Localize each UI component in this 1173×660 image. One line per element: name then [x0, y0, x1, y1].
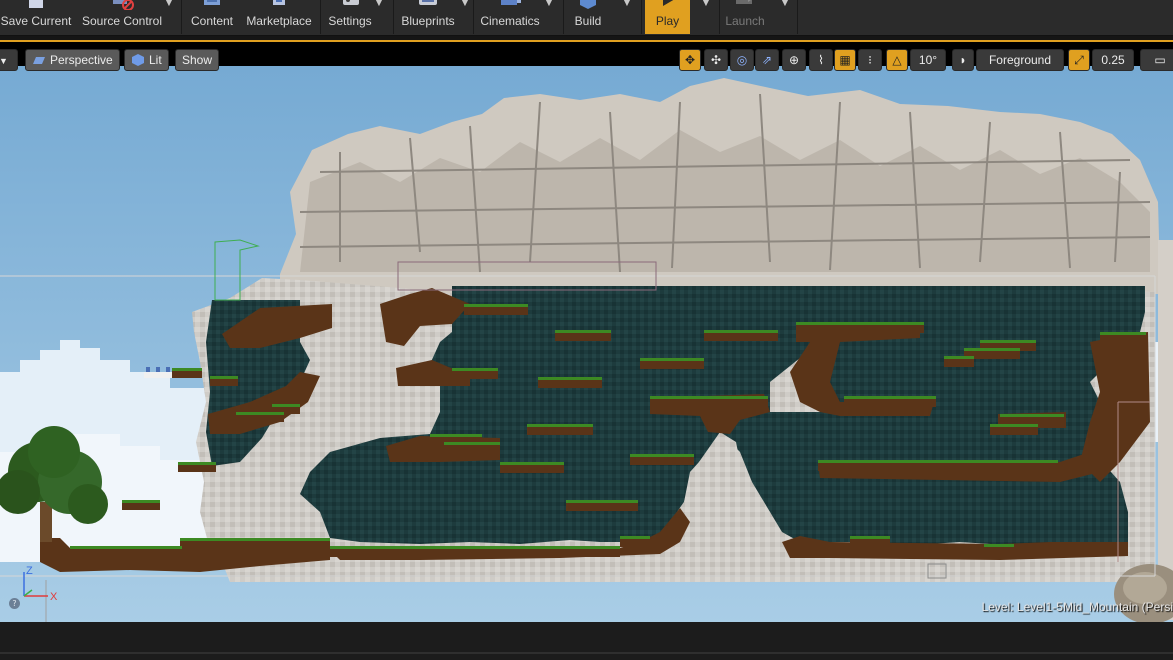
source-control-icon	[113, 0, 134, 10]
rotation-snap-value-button[interactable]: 10°	[910, 49, 946, 71]
content-label: Content	[190, 14, 234, 28]
blueprints-dropdown-icon[interactable]: ▼	[456, 0, 474, 12]
surface-snap-icon: ⇗	[761, 53, 773, 67]
launch-label: Launch	[725, 14, 765, 28]
main-toolbar: Save Current Source Control ▼ Content Ma…	[0, 0, 1173, 36]
viewport-options-dropdown-icon: ▼	[0, 56, 8, 66]
layer-icon: ◗	[959, 53, 967, 67]
spawn-marker	[144, 367, 172, 378]
build-button[interactable]: Build	[566, 0, 610, 34]
settings-dropdown-icon[interactable]: ▼	[370, 0, 388, 12]
show-flags-button[interactable]: Show	[175, 49, 220, 71]
blueprints-button[interactable]: Blueprints	[396, 0, 460, 34]
grid-icon: ▦	[839, 53, 851, 67]
scale-snap-toggle-button[interactable]: ⤢	[1068, 49, 1090, 71]
grid-size-icon: ⁝	[868, 53, 872, 67]
source-control-button[interactable]: Source Control	[78, 0, 166, 34]
camera-speed-icon: ▭	[1154, 53, 1166, 67]
build-icon	[580, 0, 596, 9]
play-icon	[662, 0, 673, 6]
surface-snap-button[interactable]: ⇗	[755, 49, 779, 71]
save-icon	[29, 0, 43, 8]
toolbar-separator	[719, 0, 720, 34]
settings-button[interactable]: Settings	[324, 0, 376, 34]
toolbar-separator	[320, 0, 321, 34]
marketplace-label: Marketplace	[246, 14, 312, 28]
rotate-icon: ✣	[710, 53, 722, 67]
source-control-label: Source Control	[81, 14, 163, 28]
toolbar-separator	[181, 0, 182, 34]
surface-snapping-button[interactable]: ⌇	[809, 49, 833, 71]
layer-toggle-button[interactable]: ◗	[952, 49, 974, 71]
toolbar-separator	[797, 0, 798, 34]
current-level-label: Level: Level1-5Mid_Mountain (Persi	[981, 600, 1173, 614]
scale-snap-icon: ⤢	[1074, 53, 1084, 67]
blueprints-label: Blueprints	[401, 14, 455, 28]
rotation-snap-toggle-button[interactable]: △	[886, 49, 908, 71]
launch-icon	[736, 0, 752, 4]
settings-label: Settings	[328, 14, 372, 28]
rotation-snap-value: 10°	[918, 53, 938, 67]
snap-surface-icon: ⌇	[818, 53, 824, 67]
help-label: ?	[12, 599, 17, 608]
axis-gizmo: Z X	[23, 565, 58, 602]
cinematics-icon	[501, 0, 521, 5]
launch-button[interactable]: Launch	[722, 0, 768, 34]
scale-snap-value: 0.25	[1101, 53, 1125, 67]
toolbar-separator	[563, 0, 564, 34]
content-button[interactable]: Content	[185, 0, 239, 34]
lit-sphere-icon	[132, 54, 144, 66]
blueprints-icon	[419, 0, 437, 5]
scale-snap-value-button[interactable]: 0.25	[1092, 49, 1134, 71]
show-label: Show	[182, 53, 213, 67]
perspective-icon	[33, 57, 45, 64]
perspective-label: Perspective	[50, 53, 113, 67]
level-scene[interactable]	[0, 42, 1173, 622]
build-label: Build	[574, 14, 602, 28]
grid-size-button[interactable]: ⁝	[858, 49, 882, 71]
play-label: Play	[655, 14, 680, 28]
build-dropdown-icon[interactable]: ▼	[618, 0, 636, 12]
camera-speed-button[interactable]: ▭	[1140, 49, 1173, 71]
translate-mode-button[interactable]: ✥	[679, 49, 701, 71]
globe-icon: ⊕	[788, 53, 800, 67]
cinematics-button[interactable]: Cinematics	[476, 0, 544, 34]
lit-view-mode-button[interactable]: Lit	[124, 49, 169, 71]
lit-label: Lit	[149, 53, 162, 67]
perspective-button[interactable]: Perspective	[25, 49, 120, 71]
grid-snap-toggle-button[interactable]: ▦	[834, 49, 856, 71]
play-button[interactable]: Play	[645, 0, 690, 34]
toolbar-separator	[473, 0, 474, 34]
world-local-toggle-button[interactable]: ⊕	[782, 49, 806, 71]
viewport-options-button[interactable]: ▼	[0, 49, 18, 71]
axis-x-label: X	[50, 591, 58, 602]
play-options-dropdown-icon[interactable]: ▼	[697, 0, 715, 12]
content-browser-icon	[204, 0, 220, 5]
rotate-mode-button[interactable]: ✣	[704, 49, 728, 71]
bottom-panel-strip	[0, 622, 1173, 660]
save-current-button[interactable]: Save Current	[0, 0, 72, 34]
scale-mode-button[interactable]: ◎	[730, 49, 754, 71]
marketplace-button[interactable]: Marketplace	[243, 0, 315, 34]
marketplace-icon	[273, 0, 285, 5]
level-viewport[interactable]: ▼ Perspective Lit Show ✥ ✣ ◎ ⇗ ⊕ ⌇ ▦ ⁝ △…	[0, 40, 1173, 622]
axis-z-label: Z	[26, 565, 33, 577]
cinematics-dropdown-icon[interactable]: ▼	[540, 0, 558, 12]
sort-layer-dropdown[interactable]: Foreground	[976, 49, 1064, 71]
panel-divider	[0, 652, 1173, 654]
cinematics-label: Cinematics	[480, 14, 540, 28]
toolbar-separator	[393, 0, 394, 34]
help-icon[interactable]: ?	[9, 598, 20, 609]
source-control-dropdown-icon[interactable]: ▼	[160, 0, 178, 12]
launch-dropdown-icon[interactable]: ▼	[776, 0, 794, 12]
settings-gear-icon	[343, 0, 359, 5]
scale-icon: ◎	[736, 53, 748, 67]
sort-layer-value: Foreground	[988, 53, 1052, 67]
rotation-snap-icon: △	[892, 53, 902, 67]
toolbar-separator	[641, 0, 642, 34]
translate-arrows-icon: ✥	[684, 53, 696, 67]
save-current-label: Save Current	[0, 14, 72, 28]
